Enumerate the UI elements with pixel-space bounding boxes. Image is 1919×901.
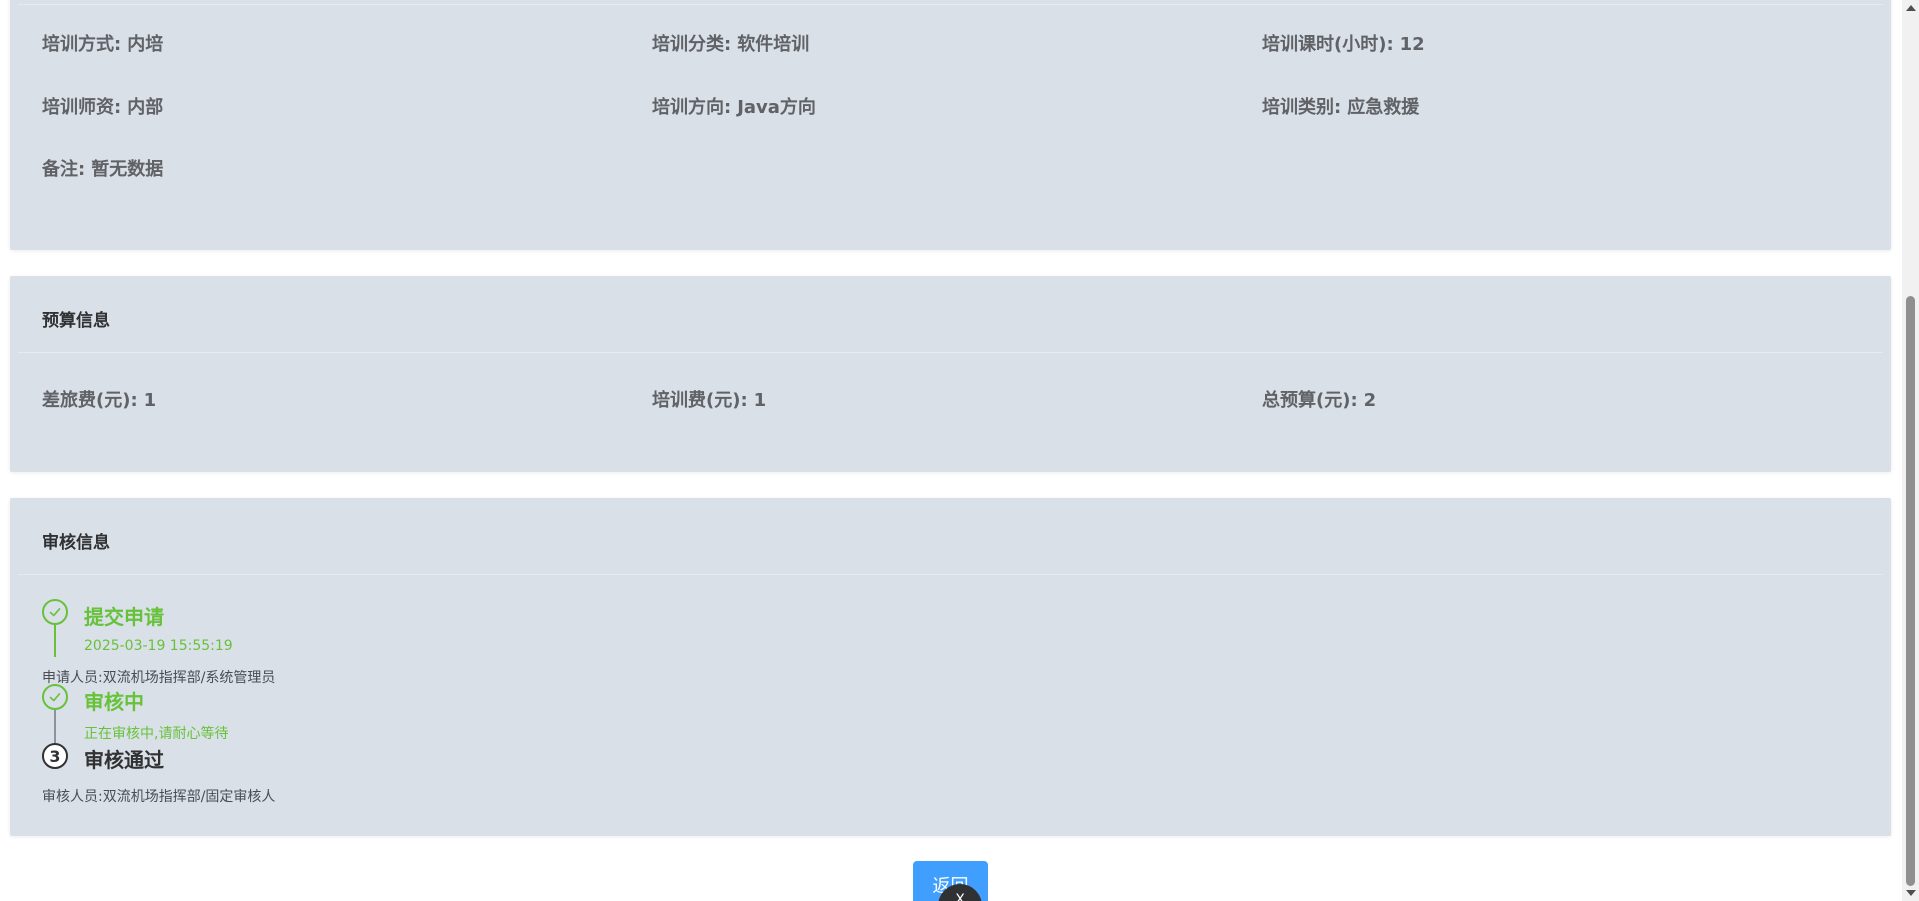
card-divider [18, 4, 1883, 5]
field-value: 暂无数据 [91, 159, 164, 180]
vertical-scrollbar[interactable] [1902, 0, 1919, 901]
field-remarks: 备注: 暂无数据 [42, 155, 163, 181]
step-1-status [42, 599, 68, 625]
step-number: 3 [49, 746, 61, 766]
step-2-status [42, 684, 68, 710]
check-icon [49, 693, 61, 702]
step-connector [54, 710, 56, 743]
close-icon: X [955, 892, 965, 901]
step-2-description: 正在审核中,请耐心等待 [84, 726, 229, 742]
field-value: 内部 [127, 97, 164, 118]
step-1-description: 2025-03-19 15:55:19 [84, 638, 233, 654]
field-label: 培训类别: [1262, 97, 1342, 118]
field-label: 培训分类: [652, 34, 732, 55]
basic-info-card: 培训方式: 内培 培训分类: 软件培训 培训课时(小时): 12 培训师资: 内部 培训… [10, 0, 1891, 250]
field-value: 2 [1363, 390, 1377, 411]
field-training-direction: 培训方向: Java方向 [652, 93, 816, 119]
step-1-applicant: 申请人员:双流机场指挥部/系统管理员 [42, 670, 276, 686]
audit-card: 审核信息 提交申请 2025-03-19 15:55:19 申请人员:双流机场指… [10, 498, 1891, 836]
triangle-up-icon[interactable] [1906, 5, 1916, 11]
card-divider [18, 352, 1883, 353]
card-divider [18, 574, 1883, 575]
field-label: 总预算(元): [1262, 390, 1358, 411]
field-label: 培训费(元): [652, 390, 748, 411]
field-label: 培训方式: [42, 34, 122, 55]
field-label: 备注: [42, 159, 86, 180]
field-travel-expense: 差旅费(元): 1 [42, 386, 156, 412]
step-1-title: 提交申请 [84, 605, 164, 629]
check-icon [49, 608, 61, 617]
field-training-hours: 培训课时(小时): 12 [1262, 30, 1425, 56]
budget-title: 预算信息 [42, 311, 110, 331]
field-training-mode: 培训方式: 内培 [42, 30, 163, 56]
budget-card: 预算信息 差旅费(元): 1 培训费(元): 1 总预算(元): 2 [10, 276, 1891, 472]
step-3-reviewer: 审核人员:双流机场指挥部/固定审核人 [42, 789, 276, 805]
field-value: Java方向 [737, 97, 816, 118]
triangle-down-icon[interactable] [1906, 890, 1916, 896]
field-training-type: 培训类别: 应急救援 [1262, 93, 1419, 119]
field-trainer-source: 培训师资: 内部 [42, 93, 163, 119]
scrollbar-thumb[interactable] [1906, 296, 1915, 886]
field-label: 差旅费(元): [42, 390, 138, 411]
field-total-budget: 总预算(元): 2 [1262, 386, 1376, 412]
step-connector [54, 625, 56, 657]
step-3-title: 审核通过 [84, 748, 164, 772]
field-value: 12 [1399, 34, 1425, 55]
field-label: 培训方向: [652, 97, 732, 118]
page: 培训方式: 内培 培训分类: 软件培训 培训课时(小时): 12 培训师资: 内部 培训… [0, 0, 1919, 901]
field-value: 软件培训 [737, 34, 810, 55]
field-training-category: 培训分类: 软件培训 [652, 30, 809, 56]
field-value: 1 [753, 390, 767, 411]
step-2-title: 审核中 [84, 690, 144, 714]
audit-title: 审核信息 [42, 533, 110, 553]
field-value: 1 [143, 390, 157, 411]
step-3-status: 3 [42, 743, 68, 769]
field-training-fee: 培训费(元): 1 [652, 386, 766, 412]
field-label: 培训师资: [42, 97, 122, 118]
field-value: 应急救援 [1347, 97, 1420, 118]
field-value: 内培 [127, 34, 164, 55]
field-label: 培训课时(小时): [1262, 34, 1394, 55]
